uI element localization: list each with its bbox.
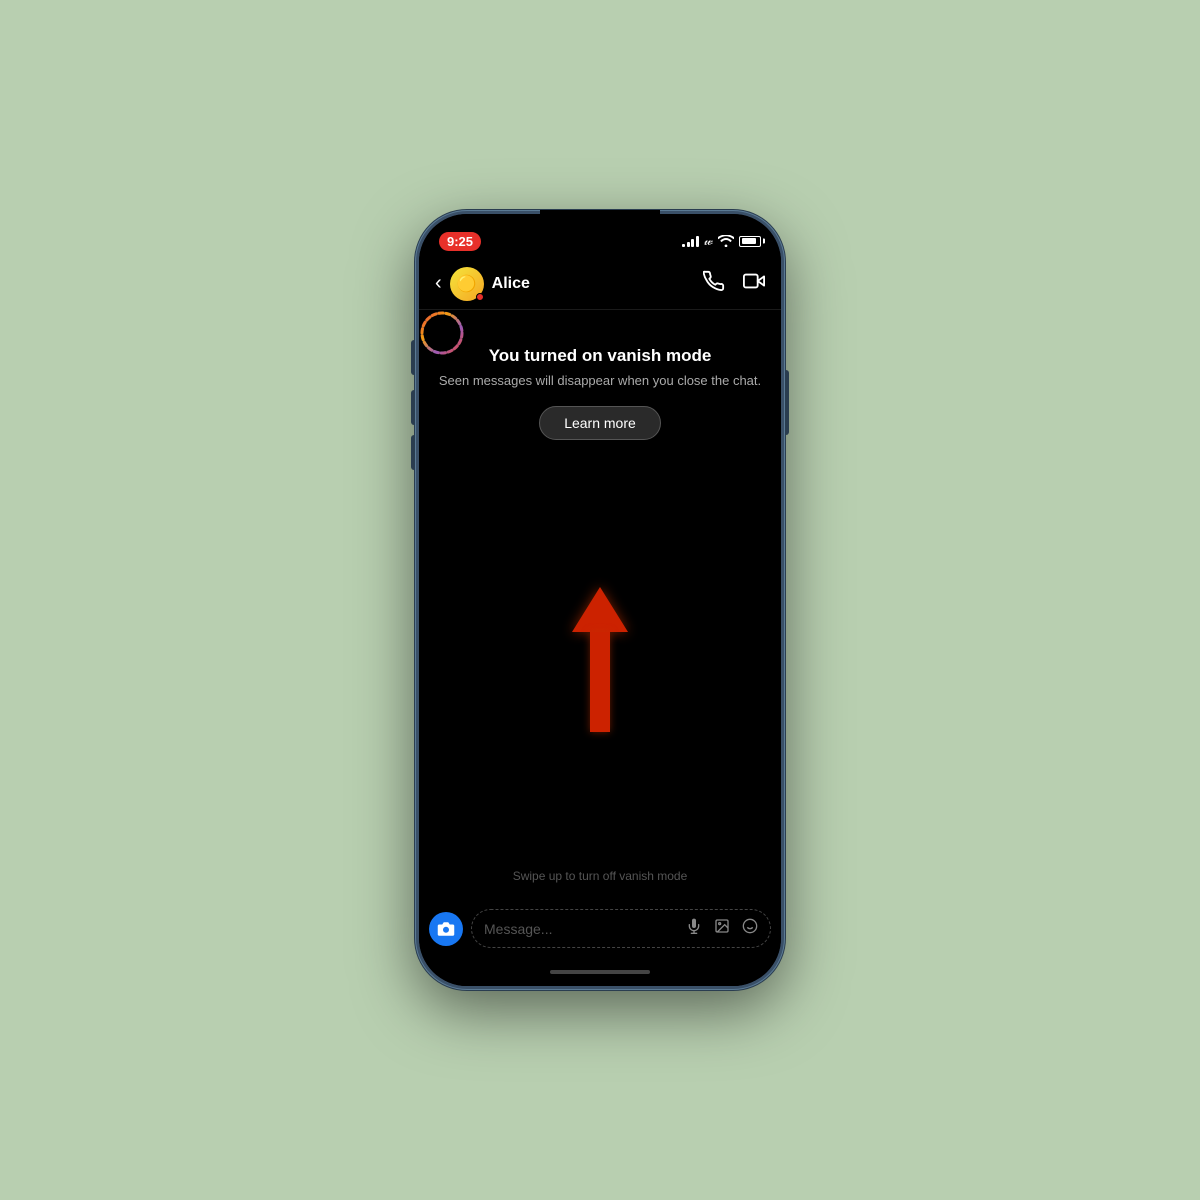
chat-header: ‹ 🟡 Alice	[419, 258, 781, 310]
arrow-shaft	[590, 632, 610, 732]
avatar: 🟡	[450, 267, 484, 301]
wifi-icon: 𝓌	[704, 233, 713, 249]
video-call-button[interactable]	[743, 270, 765, 297]
phone-screen: 9:25 𝓌 ‹	[419, 214, 781, 986]
input-icons	[686, 918, 758, 939]
message-placeholder: Message...	[484, 921, 552, 937]
chat-body: You turned on vanish mode Seen messages …	[419, 310, 781, 901]
up-arrow	[572, 587, 628, 732]
status-icons: 𝓌	[682, 233, 761, 249]
home-indicator	[419, 958, 781, 986]
battery-fill	[742, 238, 756, 244]
phone-frame: 9:25 𝓌 ‹	[415, 210, 785, 990]
camera-button[interactable]	[429, 912, 463, 946]
message-bar: Message...	[419, 901, 781, 958]
wifi-icon	[718, 235, 734, 247]
message-input[interactable]: Message...	[471, 909, 771, 948]
notch	[540, 214, 660, 236]
emoji-icon[interactable]	[742, 918, 758, 939]
home-bar	[550, 970, 650, 974]
back-button[interactable]: ‹	[435, 272, 442, 295]
header-actions	[703, 270, 765, 297]
battery-icon	[739, 236, 761, 247]
signal-icon	[682, 235, 699, 247]
contact-name: Alice	[492, 275, 703, 293]
status-time: 9:25	[439, 232, 481, 251]
camera-icon	[437, 920, 455, 938]
avatar-active-dot	[476, 293, 484, 301]
arrow-head	[572, 587, 628, 632]
mic-icon[interactable]	[686, 918, 702, 939]
call-button[interactable]	[703, 270, 725, 297]
gallery-icon[interactable]	[714, 918, 730, 939]
